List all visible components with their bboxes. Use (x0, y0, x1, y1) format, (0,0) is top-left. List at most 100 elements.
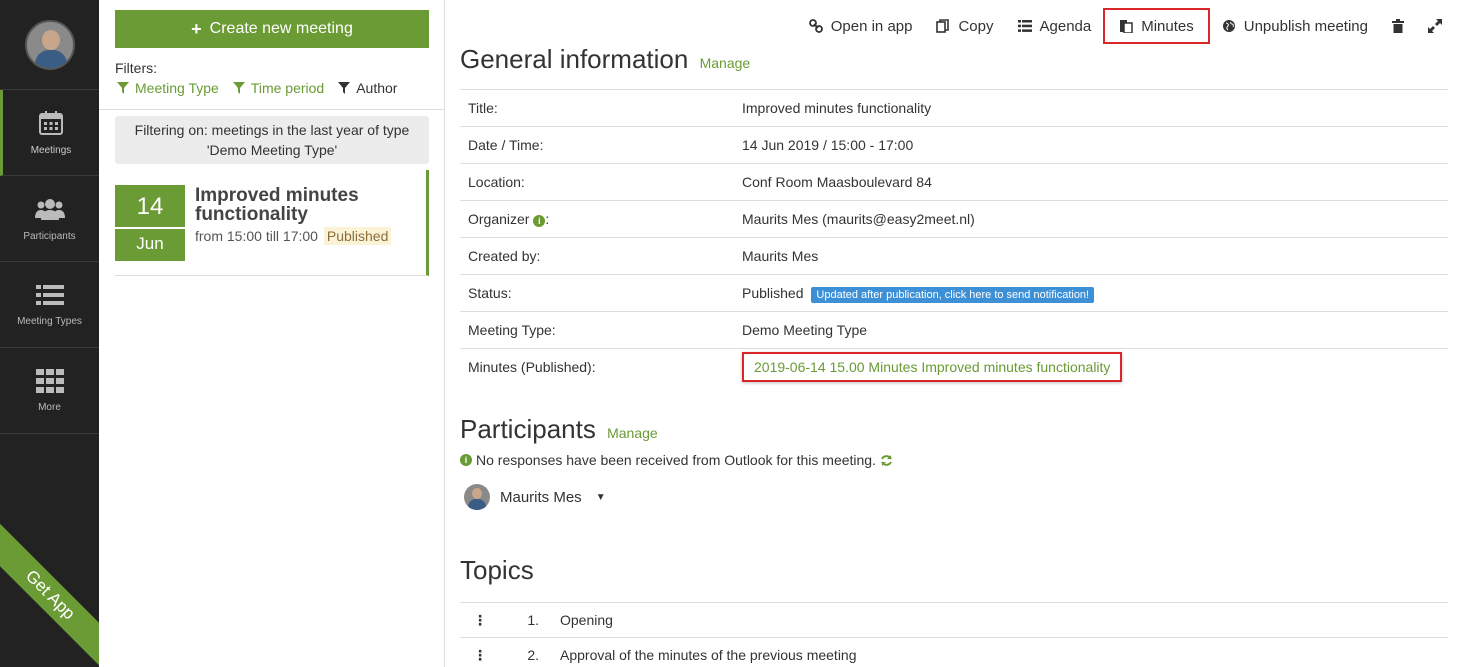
copy-icon (936, 19, 950, 33)
topic-number: 2. (500, 637, 560, 667)
title-value: Improved minutes functionality (734, 89, 1448, 127)
minutes-label: Minutes (1141, 17, 1194, 35)
divider (99, 109, 444, 110)
table-row: Location: Conf Room Maasboulevard 84 (460, 163, 1448, 201)
nav-label-participants: Participants (23, 230, 76, 242)
main-nav: Meetings Participants Meeting Types More… (0, 0, 99, 667)
type-value: Demo Meeting Type (734, 311, 1448, 349)
topics-heading: Topics (460, 555, 534, 586)
participant-dropdown[interactable]: Maurits Mes ▼ (464, 484, 606, 510)
list-icon (35, 284, 64, 305)
meeting-list-item[interactable]: 14 Jun Improved minutes functionality fr… (115, 170, 429, 276)
plus-icon: + (191, 18, 202, 39)
status-value: Published (742, 285, 804, 301)
info-icon: i (460, 454, 472, 466)
grid-icon (35, 368, 64, 393)
topic-label: Approval of the minutes of the previous … (560, 637, 1448, 667)
status-badge: Published (323, 227, 392, 245)
date-label: Date / Time: (460, 126, 734, 164)
filter-label: Meeting Type (135, 80, 219, 96)
minutes-label: Minutes (Published): (460, 348, 734, 386)
globe-icon (1222, 20, 1235, 32)
funnel-icon (232, 82, 245, 94)
filter-label: Author (356, 80, 398, 96)
agenda-label: Agenda (1039, 17, 1092, 35)
document-icon (1120, 20, 1133, 33)
unpublish-button[interactable]: Unpublish meeting (1210, 8, 1380, 44)
meeting-title: Improved minutes functionality (195, 185, 359, 225)
get-app-ribbon[interactable]: Get App (0, 520, 99, 667)
meeting-date-box: 14 Jun (115, 185, 185, 261)
participants-heading: Participants Manage (460, 414, 658, 445)
outlook-notice: i No responses have been received from O… (460, 452, 893, 468)
filters-label: Filters: (115, 60, 157, 76)
general-info-table: Title: Improved minutes functionality Da… (460, 89, 1448, 386)
funnel-icon (338, 82, 351, 94)
nav-item-meetings[interactable]: Meetings (0, 90, 99, 176)
nav-item-meeting-types[interactable]: Meeting Types (0, 262, 99, 348)
organizer-label-cell: Organizer i: (460, 200, 734, 238)
copy-label: Copy (958, 17, 994, 35)
manage-general-link[interactable]: Manage (700, 55, 751, 71)
organizer-value: Maurits Mes (maurits@easy2meet.nl) (734, 200, 1448, 238)
refresh-icon[interactable] (880, 454, 893, 467)
avatar[interactable] (24, 19, 75, 70)
table-row: Organizer i: Maurits Mes (maurits@easy2m… (460, 200, 1448, 238)
filter-time-period[interactable]: Time period (232, 80, 325, 96)
drag-handle-icon[interactable]: ⋮ (460, 637, 500, 667)
filter-label: Time period (250, 80, 325, 96)
filter-row: Meeting Type Time period Author (117, 80, 397, 96)
list-icon (1017, 20, 1032, 32)
manage-participants-link[interactable]: Manage (607, 425, 658, 441)
table-row[interactable]: ⋮ 2. Approval of the minutes of the prev… (460, 637, 1448, 667)
location-label: Location: (460, 163, 734, 201)
topics-title: Topics (460, 555, 534, 585)
created-label: Created by: (460, 237, 734, 275)
organizer-colon: : (545, 211, 550, 227)
meeting-list-panel: + Create new meeting Filters: Meeting Ty… (99, 0, 445, 667)
copy-button[interactable]: Copy (924, 8, 1005, 44)
info-icon[interactable]: i (533, 215, 546, 227)
expand-icon (1428, 19, 1442, 33)
minutes-cell: 2019-06-14 15.00 Minutes Improved minute… (734, 348, 1448, 386)
meeting-subtitle: from 15:00 till 17:00 Published (195, 227, 392, 245)
users-icon (34, 198, 65, 220)
create-meeting-label: Create new meeting (209, 20, 353, 37)
meeting-detail: Open in app Copy Agenda Minutes Unpublis… (460, 0, 1448, 667)
table-row: Title: Improved minutes functionality (460, 89, 1448, 127)
user-avatar-area (0, 0, 99, 90)
status-label: Status: (460, 274, 734, 312)
agenda-button[interactable]: Agenda (1006, 8, 1104, 44)
funnel-icon (117, 82, 129, 94)
minutes-link[interactable]: 2019-06-14 15.00 Minutes Improved minute… (742, 352, 1123, 383)
table-row: Created by: Maurits Mes (460, 237, 1448, 275)
general-info-heading: General information Manage (460, 44, 750, 75)
create-meeting-button[interactable]: + Create new meeting (115, 10, 429, 48)
nav-item-more[interactable]: More (0, 348, 99, 434)
delete-button[interactable] (1380, 8, 1416, 44)
minutes-button[interactable]: Minutes (1103, 8, 1210, 44)
open-in-app-label: Open in app (830, 17, 913, 35)
participant-name: Maurits Mes (500, 488, 582, 506)
chevron-down-icon: ▼ (595, 491, 606, 503)
trash-icon (1392, 19, 1404, 33)
expand-button[interactable] (1416, 8, 1448, 44)
outlook-notice-text: No responses have been received from Out… (476, 452, 876, 468)
unpublish-label: Unpublish meeting (1243, 17, 1368, 35)
meeting-month: Jun (136, 234, 164, 253)
meeting-day: 14 (115, 185, 185, 229)
table-row: Minutes (Published): 2019-06-14 15.00 Mi… (460, 348, 1448, 386)
drag-handle-icon[interactable]: ⋮ (460, 602, 500, 638)
status-cell: Published Updated after publication, cli… (734, 274, 1448, 312)
filter-author[interactable]: Author (338, 80, 397, 96)
filter-info-banner: Filtering on: meetings in the last year … (115, 116, 429, 164)
link-icon (808, 19, 823, 33)
organizer-label: Organizer (468, 211, 530, 227)
table-row[interactable]: ⋮ 1. Opening (460, 602, 1448, 638)
nav-item-participants[interactable]: Participants (0, 176, 99, 262)
send-notification-badge[interactable]: Updated after publication, click here to… (811, 287, 1095, 303)
open-in-app-button[interactable]: Open in app (797, 8, 925, 44)
filter-meeting-type[interactable]: Meeting Type (117, 80, 219, 96)
location-value: Conf Room Maasboulevard 84 (734, 163, 1448, 201)
participants-title: Participants (460, 414, 596, 444)
